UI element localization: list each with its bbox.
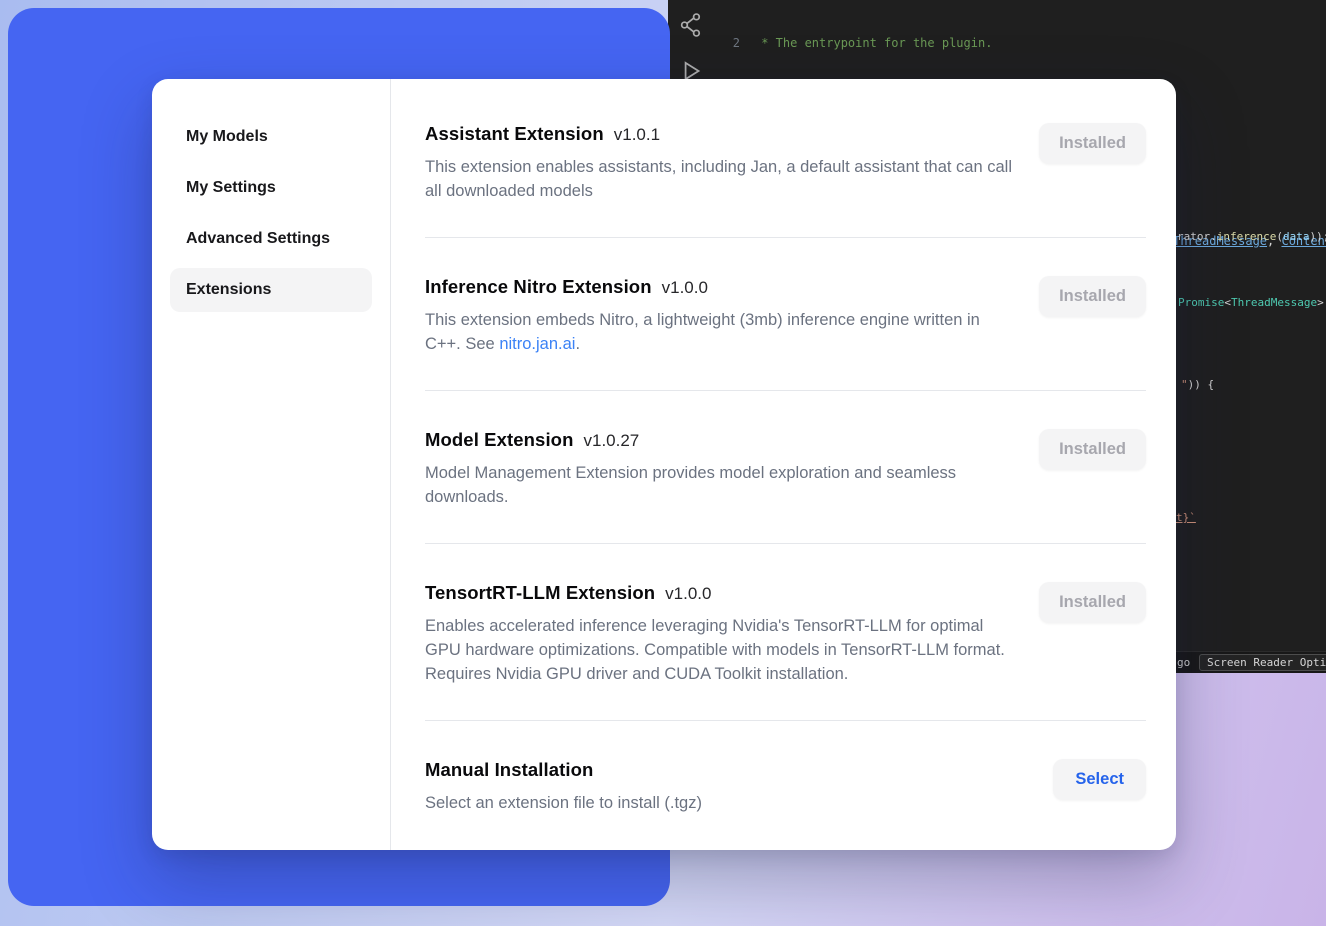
extension-title: TensortRT-LLM Extension — [425, 582, 655, 604]
installed-button[interactable]: Installed — [1039, 276, 1146, 317]
extensions-panel: Assistant Extension v1.0.1 This extensio… — [391, 79, 1176, 850]
extension-description: Model Management Extension provides mode… — [425, 461, 1013, 509]
sidebar-item-extensions[interactable]: Extensions — [170, 268, 372, 312]
description-text: . — [575, 335, 580, 353]
extension-row-inference-nitro: Inference Nitro Extension v1.0.0 This ex… — [425, 238, 1146, 391]
extension-info: Inference Nitro Extension v1.0.0 This ex… — [425, 276, 1013, 356]
code-fragment: rator.inference(data)); — [1177, 230, 1326, 244]
sidebar-item-advanced-settings[interactable]: Advanced Settings — [170, 217, 372, 261]
desktop: 2 * The entrypoint for the plugin. 3 */ … — [0, 0, 1326, 926]
extension-title: Assistant Extension — [425, 123, 604, 145]
extension-title: Model Extension — [425, 429, 574, 451]
extension-info: Model Extension v1.0.27 Model Management… — [425, 429, 1013, 509]
installed-button[interactable]: Installed — [1039, 582, 1146, 623]
extension-description: This extension embeds Nitro, a lightweig… — [425, 308, 1013, 356]
manual-installation-description: Select an extension file to install (.tg… — [425, 791, 702, 815]
code-fragment: Promise<ThreadMessage> — [1178, 296, 1324, 310]
installed-button[interactable]: Installed — [1039, 429, 1146, 470]
sidebar-item-my-models[interactable]: My Models — [170, 115, 372, 159]
settings-modal: My Models My Settings Advanced Settings … — [152, 79, 1176, 850]
extension-version: v1.0.0 — [665, 584, 711, 604]
extension-version: v1.0.27 — [584, 431, 640, 451]
extension-version: v1.0.0 — [662, 278, 708, 298]
select-file-button[interactable]: Select — [1053, 759, 1146, 800]
extension-row-tensorrt-llm: TensortRT-LLM Extension v1.0.0 Enables a… — [425, 544, 1146, 721]
installed-button[interactable]: Installed — [1039, 123, 1146, 164]
code-fragment: ")) { — [1181, 378, 1214, 392]
extension-info: TensortRT-LLM Extension v1.0.0 Enables a… — [425, 582, 1013, 686]
extension-info: Assistant Extension v1.0.1 This extensio… — [425, 123, 1013, 203]
settings-sidebar: My Models My Settings Advanced Settings … — [152, 79, 391, 850]
code-fragment: t}` — [1176, 511, 1196, 525]
status-text-fragment: go — [1177, 656, 1190, 669]
source-control-icon[interactable] — [678, 12, 704, 38]
extension-row-model: Model Extension v1.0.27 Model Management… — [425, 391, 1146, 544]
extension-description: This extension enables assistants, inclu… — [425, 155, 1013, 203]
extension-description: Enables accelerated inference leveraging… — [425, 614, 1013, 686]
code-line: 2 * The entrypoint for the plugin. — [714, 35, 1326, 52]
line-number: 2 — [714, 35, 740, 52]
screen-reader-badge[interactable]: Screen Reader Optimized — [1199, 654, 1326, 671]
extension-row-assistant: Assistant Extension v1.0.1 This extensio… — [425, 79, 1146, 238]
extension-info: Manual Installation Select an extension … — [425, 759, 702, 815]
extension-version: v1.0.1 — [614, 125, 660, 145]
nitro-jan-ai-link[interactable]: nitro.jan.ai — [499, 335, 575, 353]
extension-title: Inference Nitro Extension — [425, 276, 652, 298]
manual-installation-row: Manual Installation Select an extension … — [425, 721, 1146, 849]
manual-installation-title: Manual Installation — [425, 759, 593, 781]
sidebar-item-my-settings[interactable]: My Settings — [170, 166, 372, 210]
